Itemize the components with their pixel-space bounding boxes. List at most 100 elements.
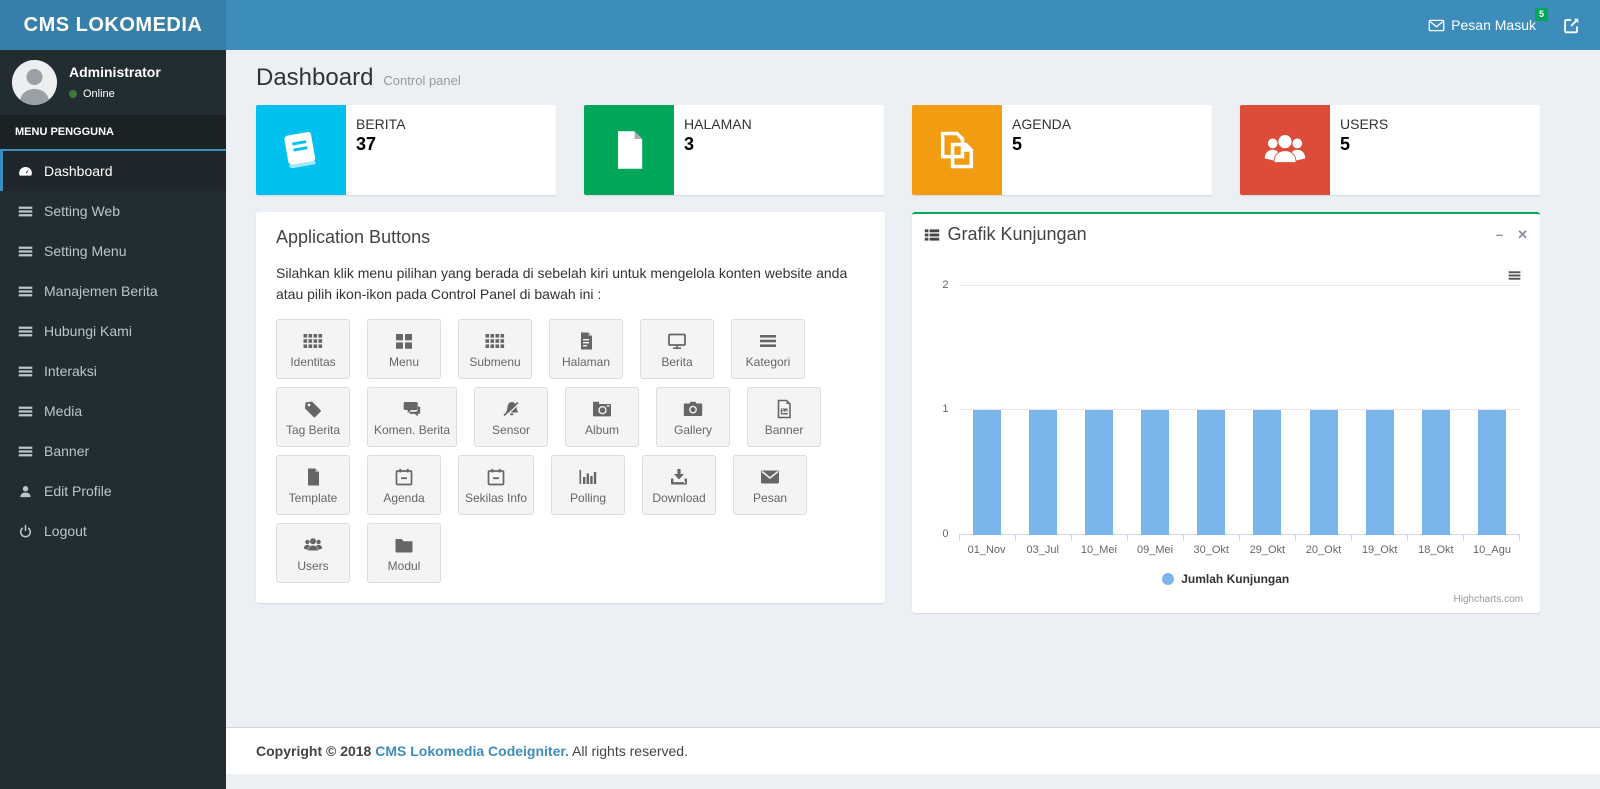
info-box-agenda[interactable]: AGENDA 5 — [912, 105, 1212, 195]
close-button[interactable]: ✕ — [1517, 228, 1528, 241]
x-axis-tick — [1015, 535, 1071, 541]
app-button-pesan[interactable]: Pesan — [733, 455, 807, 515]
app-button-album[interactable]: Album — [565, 387, 639, 447]
app-button-users[interactable]: Users — [276, 523, 350, 583]
footer-link[interactable]: CMS Lokomedia Codeigniter. — [375, 743, 569, 759]
sidebar-item-dashboard[interactable]: Dashboard — [0, 151, 226, 191]
app-button-label: Sensor — [492, 423, 530, 437]
bar-10_Mei[interactable] — [1085, 410, 1113, 535]
bar-slot — [1239, 285, 1295, 535]
page-title: Dashboard — [256, 64, 373, 92]
app-button-label: Submenu — [469, 355, 520, 369]
sidebar-item-logout[interactable]: Logout — [0, 511, 226, 551]
chart-export-menu-icon[interactable] — [1507, 269, 1522, 282]
bar-09_Mei[interactable] — [1141, 410, 1169, 535]
app-button-grid: Identitas Menu Submenu Halaman B — [276, 319, 865, 591]
app-button-komen-berita[interactable]: Komen. Berita — [367, 387, 457, 447]
application-buttons-panel: Application Buttons Silahkan klik menu p… — [256, 212, 885, 603]
app-button-gallery[interactable]: Gallery — [656, 387, 730, 447]
app-button-download[interactable]: Download — [642, 455, 716, 515]
app-button-menu[interactable]: Menu — [367, 319, 441, 379]
info-box-value: 3 — [684, 134, 752, 155]
sidebar-item-label: Manajemen Berita — [44, 283, 158, 299]
messages-menu[interactable]: Pesan Masuk 5 — [1418, 0, 1546, 50]
app-button-kategori[interactable]: Kategori — [731, 319, 805, 379]
app-button-sensor[interactable]: Sensor — [474, 387, 548, 447]
chart-panel-title: Grafik Kunjungan — [948, 224, 1087, 245]
sidebar-item-interaksi[interactable]: Interaksi — [0, 351, 226, 391]
sidebar-item-label: Edit Profile — [44, 483, 112, 499]
app-button-identitas[interactable]: Identitas — [276, 319, 350, 379]
app-button-banner[interactable]: Banner — [747, 387, 821, 447]
chart-legend[interactable]: Jumlah Kunjungan — [927, 572, 1526, 586]
sidebar-item-media[interactable]: Media — [0, 391, 226, 431]
envelope-outline-icon — [1428, 17, 1445, 34]
app-button-label: Album — [585, 423, 619, 437]
info-box-value: 37 — [356, 134, 406, 155]
app-button-label: Tag Berita — [286, 423, 340, 437]
sidebar-item-manajemen-berita[interactable]: Manajemen Berita — [0, 271, 226, 311]
bar-18_Okt[interactable] — [1422, 410, 1450, 535]
x-axis-tick — [1295, 535, 1351, 541]
x-axis-tick — [1351, 535, 1407, 541]
sidebar-item-setting-menu[interactable]: Setting Menu — [0, 231, 226, 271]
app-button-label: Kategori — [746, 355, 791, 369]
user-status: Online — [69, 88, 161, 100]
bar-slot — [1183, 285, 1239, 535]
comments-icon — [402, 399, 422, 423]
bar-slot — [1295, 285, 1351, 535]
app-button-label: Modul — [388, 559, 421, 573]
app-button-halaman[interactable]: Halaman — [549, 319, 623, 379]
bar-01_Nov[interactable] — [973, 410, 1001, 535]
info-box-users[interactable]: USERS 5 — [1240, 105, 1540, 195]
navbar-right: Pesan Masuk 5 — [1418, 0, 1600, 50]
sidebar-item-edit-profile[interactable]: Edit Profile — [0, 471, 226, 511]
info-box-label: USERS — [1340, 116, 1388, 132]
sidebar-item-label: Dashboard — [44, 163, 113, 179]
desktop-icon — [667, 331, 687, 355]
info-box-halaman[interactable]: HALAMAN 3 — [584, 105, 884, 195]
bar-10_Agu[interactable] — [1478, 410, 1506, 535]
app-button-sekilas-info[interactable]: Sekilas Info — [458, 455, 534, 515]
sidebar-item-hubungi-kami[interactable]: Hubungi Kami — [0, 311, 226, 351]
users-icon — [1240, 105, 1330, 195]
bar-30_Okt[interactable] — [1197, 410, 1225, 535]
th-icon — [303, 331, 323, 355]
bar-29_Okt[interactable] — [1253, 410, 1281, 535]
sidebar-item-setting-web[interactable]: Setting Web — [0, 191, 226, 231]
bar-03_Jul[interactable] — [1029, 410, 1057, 535]
info-box-label: HALAMAN — [684, 116, 752, 132]
sidebar-item-label: Media — [44, 403, 82, 419]
file-icon — [584, 105, 674, 195]
x-axis-label: 01_Nov — [959, 544, 1015, 556]
x-axis-tick — [1407, 535, 1463, 541]
app-button-tag-berita[interactable]: Tag Berita — [276, 387, 350, 447]
app-button-berita[interactable]: Berita — [640, 319, 714, 379]
x-axis-label: 10_Mei — [1071, 544, 1127, 556]
app-button-template[interactable]: Template — [276, 455, 350, 515]
app-button-label: Template — [289, 491, 338, 505]
info-box-value: 5 — [1340, 134, 1388, 155]
brand-logo[interactable]: CMS LOKOMEDIA — [0, 0, 226, 50]
x-axis-ticks — [959, 535, 1521, 541]
info-box-berita[interactable]: BERITA 37 — [256, 105, 556, 195]
logout-shortcut-button[interactable] — [1546, 0, 1596, 50]
bar-20_Okt[interactable] — [1310, 410, 1338, 535]
file-icon — [303, 467, 323, 491]
chart-credits[interactable]: Highcharts.com — [927, 594, 1524, 605]
x-axis-label: 20_Okt — [1295, 544, 1351, 556]
app-button-modul[interactable]: Modul — [367, 523, 441, 583]
sidebar-item-banner[interactable]: Banner — [0, 431, 226, 471]
info-box-value: 5 — [1012, 134, 1071, 155]
collapse-button[interactable]: – — [1496, 228, 1503, 241]
bar-slot — [1408, 285, 1464, 535]
x-axis-label: 03_Jul — [1015, 544, 1071, 556]
info-box-row: BERITA 37 HALAMAN 3 AGENDA 5 USERS — [256, 105, 1540, 195]
app-button-submenu[interactable]: Submenu — [458, 319, 532, 379]
app-button-agenda[interactable]: Agenda — [367, 455, 441, 515]
navbar: Pesan Masuk 5 — [226, 0, 1600, 50]
copyright-text: Copyright © 2018 — [256, 743, 375, 759]
app-button-polling[interactable]: Polling — [551, 455, 625, 515]
bar-19_Okt[interactable] — [1366, 410, 1394, 535]
sidebar-toggle-button[interactable] — [226, 0, 272, 50]
